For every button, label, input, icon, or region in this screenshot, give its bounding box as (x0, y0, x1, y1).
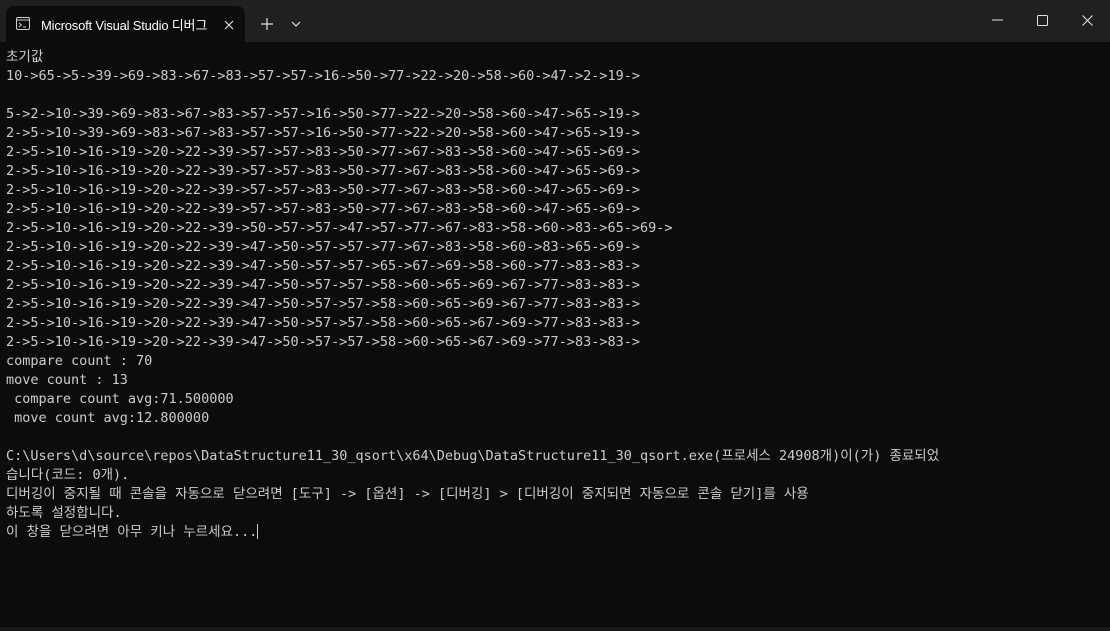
console-line: move count avg:12.800000 (6, 410, 210, 426)
close-window-button[interactable] (1064, 0, 1110, 40)
tab-title: Microsoft Visual Studio 디버그 (41, 18, 208, 33)
console-line: 디버깅이 중지될 때 콘솔을 자동으로 닫으려면 [도구] -> [옵션] ->… (6, 486, 809, 502)
console-line: 2->5->10->16->19->20->22->39->57->57->83… (6, 201, 640, 217)
console-line: 이 창을 닫으려면 아무 키나 누르세요... (6, 524, 259, 540)
console-line: 2->5->10->16->19->20->22->39->47->50->57… (6, 277, 640, 293)
console-line: 2->5->10->39->69->83->67->83->57->57->16… (6, 125, 640, 141)
console-line: 2->5->10->16->19->20->22->39->50->57->57… (6, 220, 673, 236)
maximize-button[interactable] (1019, 0, 1065, 40)
console-line: 2->5->10->16->19->20->22->39->47->50->57… (6, 315, 640, 331)
new-tab-button[interactable] (255, 12, 279, 36)
console-line: 2->5->10->16->19->20->22->39->47->50->57… (6, 258, 640, 274)
console-line: 2->5->10->16->19->20->22->39->57->57->83… (6, 163, 640, 179)
tab-debug-console[interactable]: Microsoft Visual Studio 디버그 (6, 6, 245, 42)
console-line: 2->5->10->16->19->20->22->39->57->57->83… (6, 144, 640, 160)
console-line: compare count avg:71.500000 (6, 391, 234, 407)
console-line: 습니다(코드: 0개). (6, 467, 130, 483)
console-line: 초기값 (6, 49, 44, 65)
close-icon (1081, 14, 1093, 26)
console-line: C:\Users\d\source\repos\DataStructure11_… (6, 448, 940, 464)
console-output[interactable]: 초기값 10->65->5->39->69->83->67->83->57->57… (6, 48, 1104, 542)
console-line: 2->5->10->16->19->20->22->39->47->50->57… (6, 334, 640, 350)
text-cursor (257, 524, 259, 539)
close-icon (224, 20, 234, 30)
console-line: 2->5->10->16->19->20->22->39->47->50->57… (6, 239, 640, 255)
console-line: 2->5->10->16->19->20->22->39->47->50->57… (6, 296, 640, 312)
minimize-button[interactable] (974, 0, 1020, 40)
console-line: 5->2->10->39->69->83->67->83->57->57->16… (6, 106, 640, 122)
taskbar-edge (0, 627, 1110, 631)
minimize-icon (991, 19, 1003, 21)
plus-icon (261, 18, 273, 30)
maximize-icon (1036, 14, 1048, 26)
terminal-icon (16, 17, 30, 30)
title-bar[interactable]: Microsoft Visual Studio 디버그 (0, 0, 1110, 42)
terminal-window: Microsoft Visual Studio 디버그 초기값 10->65->… (0, 0, 1110, 631)
console-line: 10->65->5->39->69->83->67->83->57->57->1… (6, 68, 640, 84)
console-line: move count : 13 (6, 372, 128, 388)
tab-dropdown-button[interactable] (286, 12, 306, 36)
close-tab-button[interactable] (219, 15, 239, 35)
chevron-down-icon (291, 21, 301, 27)
console-line: 2->5->10->16->19->20->22->39->57->57->83… (6, 182, 640, 198)
console-line: 하도록 설정합니다. (6, 505, 122, 521)
console-line: compare count : 70 (6, 353, 153, 369)
